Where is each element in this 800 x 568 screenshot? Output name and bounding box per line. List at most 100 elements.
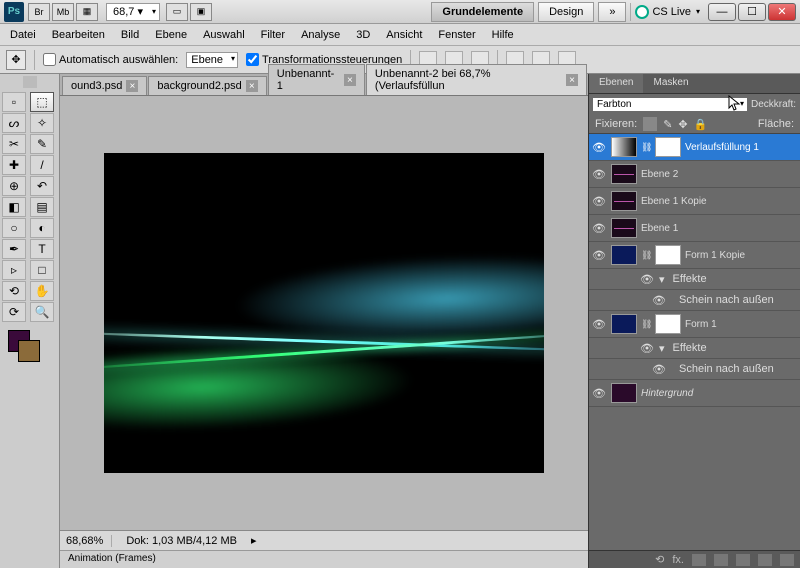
layer-row[interactable]: 👁⛓Form 1 Kopie [589, 242, 800, 269]
menu-filter[interactable]: Filter [261, 29, 285, 41]
lock-brush-icon[interactable]: ✎ [663, 118, 672, 131]
menu-ansicht[interactable]: Ansicht [386, 29, 422, 41]
menu-analyse[interactable]: Analyse [301, 29, 340, 41]
layer-thumbnail[interactable] [611, 245, 637, 265]
document-tab[interactable]: background2.psd× [148, 76, 266, 95]
layer-effect-row[interactable]: 👁▾Effekte [589, 338, 800, 359]
layer-thumbnail[interactable] [611, 314, 637, 334]
tool-pen[interactable]: ✒ [2, 239, 26, 259]
mask-icon[interactable] [692, 554, 706, 566]
workspace-design[interactable]: Design [538, 2, 594, 22]
link-icon[interactable]: ⛓ [641, 250, 651, 261]
close-tab-icon[interactable]: × [126, 80, 138, 92]
menu-bearbeiten[interactable]: Bearbeiten [52, 29, 105, 41]
tool-dodge[interactable]: ◐ [30, 218, 54, 238]
visibility-icon[interactable]: 👁 [591, 140, 607, 154]
workspace-grundelemente[interactable]: Grundelemente [431, 2, 534, 22]
link-layers-icon[interactable]: ⟲ [655, 553, 664, 566]
close-tab-icon[interactable]: × [344, 74, 356, 86]
mask-thumbnail[interactable] [655, 314, 681, 334]
link-icon[interactable]: ⛓ [641, 319, 651, 330]
menu-fenster[interactable]: Fenster [438, 29, 475, 41]
document-tab[interactable]: Unbenannt-1× [268, 64, 365, 95]
layer-thumbnail[interactable] [611, 164, 637, 184]
visibility-icon[interactable]: 👁 [591, 194, 607, 208]
menu-bild[interactable]: Bild [121, 29, 139, 41]
link-icon[interactable]: ⛓ [641, 142, 651, 153]
tool-type[interactable]: T [30, 239, 54, 259]
mask-thumbnail[interactable] [655, 245, 681, 265]
layer-thumbnail[interactable] [611, 191, 637, 211]
layer-thumbnail[interactable] [611, 383, 637, 403]
layer-name[interactable]: Ebene 2 [641, 169, 798, 180]
cs-live-button[interactable]: CS Live▾ [635, 5, 700, 19]
layer-effect-row[interactable]: 👁Schein nach außen [589, 290, 800, 311]
adjustment-icon[interactable] [714, 554, 728, 566]
auto-select-dropdown[interactable]: Ebene [186, 52, 238, 68]
layer-thumbnail[interactable] [611, 137, 637, 157]
workspace-more[interactable]: » [598, 2, 626, 22]
tool-history[interactable]: ↶ [30, 176, 54, 196]
menu-datei[interactable]: Datei [10, 29, 36, 41]
tool-hand[interactable]: ✋ [30, 281, 54, 301]
tool-path[interactable]: ▹ [2, 260, 26, 280]
menu-3d[interactable]: 3D [356, 29, 370, 41]
layer-name[interactable]: Form 1 Kopie [685, 250, 798, 261]
visibility-icon[interactable]: 👁 [591, 386, 607, 400]
animation-panel-tab[interactable]: Animation (Frames) [60, 550, 588, 568]
lock-all-icon[interactable]: 🔒 [694, 118, 708, 131]
layer-row[interactable]: 👁 ⛓ Form 1 [589, 311, 800, 338]
status-arrow-icon[interactable]: ▸ [251, 534, 257, 547]
color-swatches[interactable] [4, 330, 55, 366]
layer-name[interactable]: Ebene 1 Kopie [641, 196, 798, 207]
tool-marquee[interactable]: ⬚ [30, 92, 54, 112]
visibility-icon[interactable]: 👁 [639, 341, 655, 355]
minimize-button[interactable]: — [708, 3, 736, 21]
tool-eyedrop[interactable]: ✎ [30, 134, 54, 154]
view-extras-button[interactable]: ▦ [76, 3, 98, 21]
maximize-button[interactable]: ☐ [738, 3, 766, 21]
status-zoom[interactable]: 68,68% [66, 535, 112, 547]
close-tab-icon[interactable]: × [246, 80, 258, 92]
visibility-icon[interactable]: 👁 [591, 317, 607, 331]
group-icon[interactable] [736, 554, 750, 566]
arrange-button[interactable]: ▭ [166, 3, 188, 21]
lock-move-icon[interactable]: ✥ [678, 118, 687, 131]
toolbox-collapse[interactable] [23, 76, 37, 88]
visibility-icon[interactable]: 👁 [639, 272, 655, 286]
layer-effect-row[interactable]: 👁Schein nach außen [589, 359, 800, 380]
visibility-icon[interactable]: 👁 [591, 167, 607, 181]
fx-icon[interactable]: fx. [672, 554, 684, 566]
effect-expand-icon[interactable]: ▾ [659, 273, 665, 286]
trash-icon[interactable] [780, 554, 794, 566]
document-tab[interactable]: ound3.psd× [62, 76, 147, 95]
menu-hilfe[interactable]: Hilfe [492, 29, 514, 41]
tool-crop[interactable]: ✂ [2, 134, 26, 154]
layer-row[interactable]: 👁Ebene 1 [589, 215, 800, 242]
layer-effect-row[interactable]: 👁▾Effekte [589, 269, 800, 290]
background-swatch[interactable] [18, 340, 40, 362]
tool-rotate[interactable]: ⟳ [2, 302, 26, 322]
menu-ebene[interactable]: Ebene [155, 29, 187, 41]
tool-3d[interactable]: ⟲ [2, 281, 26, 301]
lock-pixels-icon[interactable] [643, 117, 657, 131]
tool-shape[interactable]: □ [30, 260, 54, 280]
layer-name[interactable]: Form 1 [685, 319, 798, 330]
visibility-icon[interactable]: 👁 [591, 221, 607, 235]
tool-gradient[interactable]: ▤ [30, 197, 54, 217]
minibridge-button[interactable]: Mb [52, 3, 74, 21]
close-tab-icon[interactable]: × [566, 74, 578, 86]
effect-expand-icon[interactable]: ▾ [659, 342, 665, 355]
close-button[interactable]: ✕ [768, 3, 796, 21]
tab-masken[interactable]: Masken [643, 74, 698, 93]
current-tool-icon[interactable]: ✥ [6, 50, 26, 70]
layer-row[interactable]: 👁 Ebene 2 [589, 161, 800, 188]
auto-select-checkbox[interactable]: Automatisch auswählen: [43, 53, 178, 66]
tool-move[interactable]: ▫ [2, 92, 26, 112]
tool-lasso[interactable]: ᔕ [2, 113, 26, 133]
screen-mode-button[interactable]: ▣ [190, 3, 212, 21]
layer-row[interactable]: 👁Hintergrund [589, 380, 800, 407]
canvas[interactable] [104, 153, 544, 473]
layer-row[interactable]: 👁 Ebene 1 Kopie [589, 188, 800, 215]
menu-auswahl[interactable]: Auswahl [203, 29, 245, 41]
